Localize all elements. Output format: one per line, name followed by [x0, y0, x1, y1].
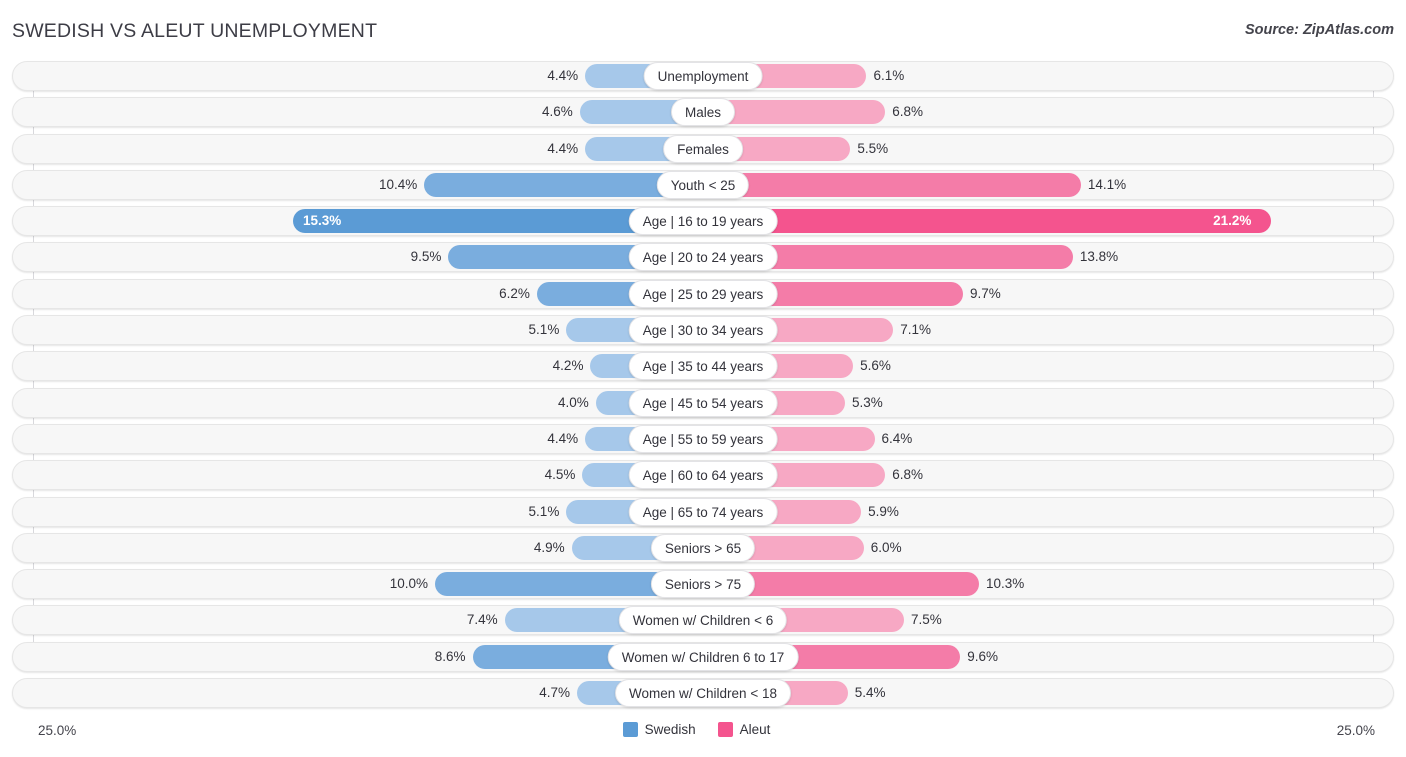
category-label[interactable]: Women w/ Children 6 to 17 [607, 642, 799, 671]
chart-row[interactable]: 9.5% 13.8% Age | 20 to 24 years [0, 242, 1406, 273]
value-label-aleut: 10.3% [986, 576, 1025, 592]
category-label[interactable]: Seniors > 75 [650, 570, 756, 599]
chart-rows: 4.4% 6.1% Unemployment 4.6% 6.8% Males 4.4% 5.5… [0, 61, 1406, 714]
chart-row[interactable]: 4.0% 5.3% Age | 45 to 54 years [0, 387, 1406, 418]
value-label-swedish: 4.4% [547, 430, 579, 446]
value-label-aleut: 5.5% [857, 140, 889, 156]
value-label-swedish: 9.5% [410, 249, 442, 265]
value-label-swedish: 4.6% [541, 104, 573, 120]
value-label-aleut: 5.3% [852, 394, 883, 410]
value-label-swedish: 4.5% [544, 467, 576, 483]
value-label-swedish: 10.4% [379, 176, 418, 192]
value-label-aleut: 21.2% [1213, 213, 1252, 229]
chart-row[interactable]: 4.2% 5.6% Age | 35 to 44 years [0, 351, 1406, 382]
value-label-aleut: 14.1% [1087, 176, 1127, 192]
value-label-swedish: 5.1% [528, 322, 560, 338]
legend-item-aleut[interactable]: Aleut [717, 722, 771, 737]
chart-page: SWEDISH VS ALEUT UNEMPLOYMENT Source: Zi… [0, 0, 1406, 757]
chart-row[interactable]: 5.1% 7.1% Age | 30 to 34 years [0, 315, 1406, 346]
value-label-aleut: 13.8% [1079, 249, 1119, 265]
category-label[interactable]: Age | 45 to 54 years [628, 388, 778, 417]
legend-label-swedish: Swedish [644, 722, 696, 737]
category-label[interactable]: Males [670, 98, 736, 127]
value-label-swedish: 4.4% [547, 140, 579, 156]
value-label-swedish: 4.4% [547, 68, 579, 83]
bar-aleut[interactable] [703, 209, 1272, 234]
value-label-swedish: 8.6% [434, 648, 466, 664]
category-label[interactable]: Youth < 25 [656, 170, 750, 199]
page-title: SWEDISH VS ALEUT UNEMPLOYMENT [12, 20, 378, 42]
category-label[interactable]: Age | 60 to 64 years [628, 461, 778, 490]
chart-row[interactable]: 4.5% 6.8% Age | 60 to 64 years [0, 460, 1406, 491]
chart-row[interactable]: 4.4% 6.1% Unemployment [0, 61, 1406, 91]
source-attribution: Source: ZipAtlas.com [1244, 22, 1394, 38]
value-label-swedish: 5.1% [528, 503, 560, 519]
value-label-aleut: 9.7% [969, 285, 1001, 301]
category-label[interactable]: Seniors > 65 [650, 533, 756, 562]
value-label-aleut: 6.1% [873, 68, 905, 83]
category-label[interactable]: Age | 30 to 34 years [628, 316, 778, 345]
chart-row[interactable]: 4.6% 6.8% Males [0, 97, 1406, 128]
value-label-aleut: 5.9% [868, 503, 899, 519]
value-label-aleut: 6.0% [870, 539, 902, 555]
chart-row[interactable]: 4.4% 5.5% Females [0, 133, 1406, 164]
chart-row[interactable]: 4.4% 6.4% Age | 55 to 59 years [0, 423, 1406, 454]
value-label-swedish: 10.0% [389, 576, 428, 592]
category-label[interactable]: Age | 35 to 44 years [628, 352, 778, 381]
value-label-swedish: 4.9% [533, 539, 565, 555]
chart-row[interactable]: 6.2% 9.7% Age | 25 to 29 years [0, 278, 1406, 309]
value-label-swedish: 6.2% [499, 285, 530, 301]
value-label-aleut: 5.4% [854, 685, 886, 701]
value-label-aleut: 6.4% [881, 430, 913, 446]
category-label[interactable]: Unemployment [643, 62, 763, 90]
legend-label-aleut: Aleut [739, 722, 771, 737]
chart-legend: Swedish Aleut [0, 722, 1406, 737]
legend-swatch-icon-aleut [717, 722, 733, 737]
value-label-aleut: 9.6% [967, 648, 999, 664]
value-label-swedish: 4.2% [552, 358, 584, 374]
category-label[interactable]: Age | 55 to 59 years [628, 424, 778, 453]
value-label-swedish: 4.0% [558, 394, 589, 410]
value-label-swedish: 7.4% [466, 612, 498, 628]
category-label[interactable]: Females [663, 134, 743, 163]
chart-row[interactable]: 5.1% 5.9% Age | 65 to 74 years [0, 496, 1406, 527]
chart-row[interactable]: 8.6% 9.6% Women w/ Children 6 to 17 [0, 641, 1406, 672]
category-label[interactable]: Age | 65 to 74 years [628, 497, 778, 526]
value-label-aleut: 5.6% [860, 358, 891, 374]
diverging-bar-chart: 4.4% 6.1% Unemployment 4.6% 6.8% Males 4.4% 5.5… [0, 61, 1406, 718]
value-label-aleut: 6.8% [892, 467, 924, 483]
category-label[interactable]: Age | 20 to 24 years [628, 243, 778, 272]
value-label-swedish: 15.3% [302, 213, 342, 229]
category-label[interactable]: Age | 16 to 19 years [628, 207, 778, 236]
chart-row[interactable]: 7.4% 7.5% Women w/ Children < 6 [0, 605, 1406, 636]
value-label-aleut: 7.1% [900, 322, 932, 338]
value-label-aleut: 6.8% [892, 104, 924, 120]
category-label[interactable]: Age | 25 to 29 years [628, 279, 778, 308]
value-label-swedish: 4.7% [539, 685, 571, 701]
value-label-aleut: 7.5% [911, 612, 942, 628]
legend-item-swedish[interactable]: Swedish [622, 722, 696, 737]
chart-row[interactable]: 15.3% 21.2% Age | 16 to 19 years [0, 206, 1406, 237]
bar-aleut[interactable] [703, 172, 1081, 197]
chart-row[interactable]: 4.7% 5.4% Women w/ Children < 18 [0, 678, 1406, 709]
category-label[interactable]: Women w/ Children < 6 [618, 606, 788, 635]
chart-row[interactable]: 10.4% 14.1% Youth < 25 [0, 169, 1406, 200]
chart-row[interactable]: 4.9% 6.0% Seniors > 65 [0, 532, 1406, 563]
chart-row[interactable]: 10.0% 10.3% Seniors > 75 [0, 569, 1406, 600]
category-label[interactable]: Women w/ Children < 18 [615, 679, 791, 708]
legend-swatch-icon-swedish [622, 722, 638, 737]
